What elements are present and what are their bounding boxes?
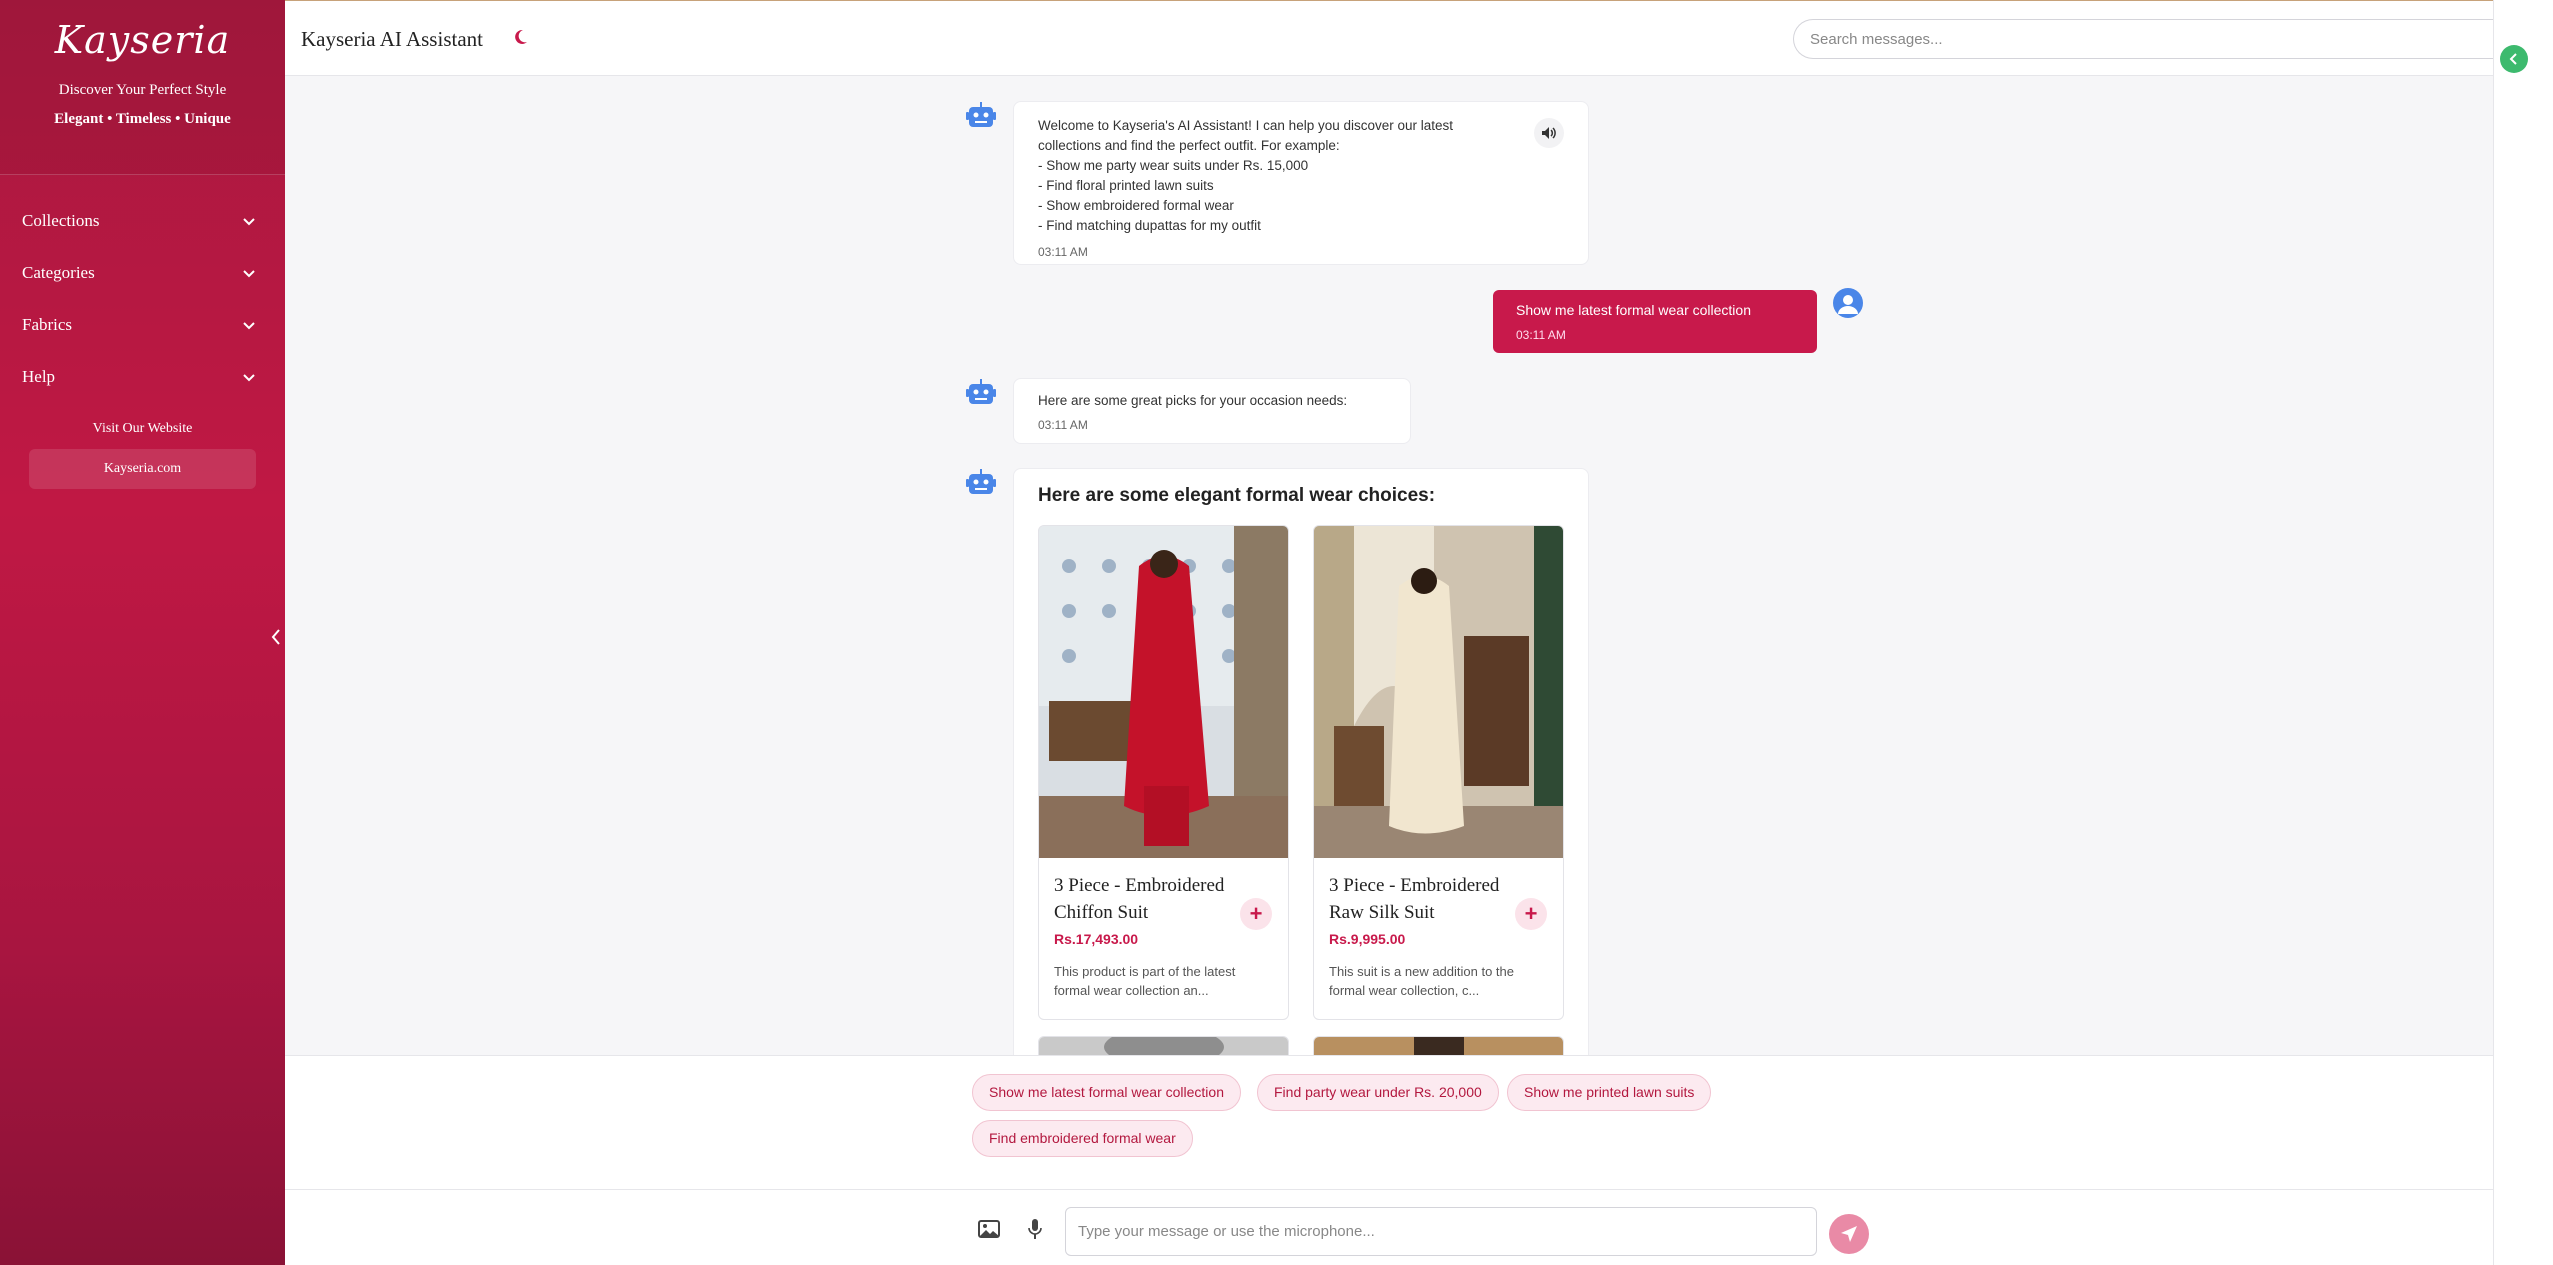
- product-description: This product is part of the latest forma…: [1054, 964, 1236, 998]
- chat-area: Welcome to Kayseria's AI Assistant! I ca…: [285, 77, 2493, 1055]
- visit-website-label: Visit Our Website: [92, 421, 193, 436]
- product-image: [1314, 1037, 1563, 1055]
- message-line: - Find floral printed lawn suits: [1038, 178, 1214, 193]
- chevron-down-icon: [243, 322, 255, 330]
- chevron-left-icon: [271, 629, 280, 645]
- product-description: This suit is a new addition to the forma…: [1329, 964, 1514, 998]
- expand-panel-button[interactable]: [2500, 45, 2528, 73]
- suggestion-chip[interactable]: Show me printed lawn suits: [1507, 1074, 1712, 1111]
- robot-icon: [966, 102, 996, 127]
- right-panel-strip: [2493, 0, 2553, 1265]
- message-timestamp: 03:11 AM: [1516, 328, 1566, 342]
- moon-icon[interactable]: [511, 28, 529, 46]
- robot-icon: [966, 379, 996, 404]
- send-icon: [1841, 1226, 1857, 1242]
- subtagline: Elegant • Timeless • Unique: [54, 111, 231, 127]
- product-card[interactable]: 3 Piece - Embroidered Chiffon Suit + Rs.…: [1038, 525, 1289, 1020]
- message-timestamp: 03:11 AM: [1038, 418, 1088, 432]
- nav-label: Help: [22, 367, 56, 386]
- message-text: Here are some great picks for your occas…: [1038, 393, 1348, 408]
- suggestion-chip[interactable]: Find party wear under Rs. 20,000: [1257, 1074, 1499, 1111]
- collapse-sidebar-button[interactable]: [268, 626, 284, 648]
- user-avatar-icon: [1833, 288, 1863, 318]
- message-timestamp: 03:11 AM: [1038, 245, 1088, 259]
- send-button[interactable]: [1829, 1214, 1869, 1254]
- microphone-icon[interactable]: [1028, 1218, 1042, 1240]
- product-results-message: Here are some elegant formal wear choice…: [1013, 468, 1589, 1055]
- message-line: - Find matching dupattas for my outfit: [1038, 218, 1261, 233]
- message-text: Show me latest formal wear collection: [1516, 302, 1751, 318]
- product-title[interactable]: 3 Piece - Embroidered Chiffon Suit: [1054, 872, 1244, 926]
- bot-welcome-message: Welcome to Kayseria's AI Assistant! I ca…: [1013, 101, 1589, 265]
- tagline: Discover Your Perfect Style: [58, 82, 227, 98]
- suggestion-chip[interactable]: Find embroidered formal wear: [972, 1120, 1193, 1157]
- speaker-icon: [1542, 127, 1556, 139]
- message-line: - Show me party wear suits under Rs. 15,…: [1038, 158, 1309, 173]
- nav-label: Categories: [22, 263, 95, 282]
- product-price: Rs.9,995.00: [1329, 931, 1406, 947]
- nav-label: Fabrics: [22, 315, 73, 334]
- image-upload-icon[interactable]: [978, 1220, 1000, 1238]
- product-card-partial[interactable]: [1038, 1036, 1289, 1055]
- nav-fabrics[interactable]: Fabrics: [0, 299, 285, 351]
- robot-icon: [966, 469, 996, 494]
- nav-help[interactable]: Help: [0, 351, 285, 403]
- add-to-cart-button[interactable]: +: [1240, 898, 1272, 930]
- chevron-left-icon: [2509, 53, 2517, 65]
- chevron-down-icon: [243, 270, 255, 278]
- sidebar-header: Kayseria Discover Your Perfect Style Ele…: [0, 0, 285, 175]
- search-input[interactable]: Search messages...: [1793, 19, 2493, 59]
- speaker-button[interactable]: [1534, 118, 1564, 148]
- suggestion-chip[interactable]: Show me latest formal wear collection: [972, 1074, 1241, 1111]
- page-title: Kayseria AI Assistant: [301, 27, 483, 51]
- product-price: Rs.17,493.00: [1054, 931, 1139, 947]
- nav-collections[interactable]: Collections: [0, 195, 285, 247]
- nav-label: Collections: [22, 211, 100, 230]
- product-image[interactable]: [1314, 526, 1563, 858]
- chevron-down-icon: [243, 218, 255, 226]
- brand-logo[interactable]: Kayseria: [0, 0, 285, 62]
- product-image: [1039, 1037, 1288, 1055]
- product-card[interactable]: 3 Piece - Embroidered Raw Silk Suit + Rs…: [1313, 525, 1564, 1020]
- message-input-bar: Type your message or use the microphone.…: [285, 1189, 2493, 1265]
- message-input[interactable]: Type your message or use the microphone.…: [1065, 1207, 1817, 1256]
- top-header: Kayseria AI Assistant Search messages...: [285, 0, 2493, 76]
- suggestion-bar: Show me latest formal wear collection Fi…: [285, 1055, 2493, 1189]
- product-image[interactable]: [1039, 526, 1288, 858]
- results-heading: Here are some elegant formal wear choice…: [1038, 485, 1436, 506]
- message-line: collections and find the perfect outfit.…: [1038, 138, 1340, 153]
- website-link-button[interactable]: Kayseria.com: [29, 449, 256, 489]
- add-to-cart-button[interactable]: +: [1515, 898, 1547, 930]
- bot-reply-message: Here are some great picks for your occas…: [1013, 378, 1411, 444]
- product-card-partial[interactable]: [1313, 1036, 1564, 1055]
- message-line: - Show embroidered formal wear: [1038, 198, 1234, 213]
- sidebar: Kayseria Discover Your Perfect Style Ele…: [0, 0, 285, 1265]
- product-title[interactable]: 3 Piece - Embroidered Raw Silk Suit: [1329, 872, 1519, 926]
- message-line: Welcome to Kayseria's AI Assistant! I ca…: [1038, 118, 1454, 133]
- nav-categories[interactable]: Categories: [0, 247, 285, 299]
- chevron-down-icon: [243, 374, 255, 382]
- user-message: Show me latest formal wear collection 03…: [1493, 290, 1817, 353]
